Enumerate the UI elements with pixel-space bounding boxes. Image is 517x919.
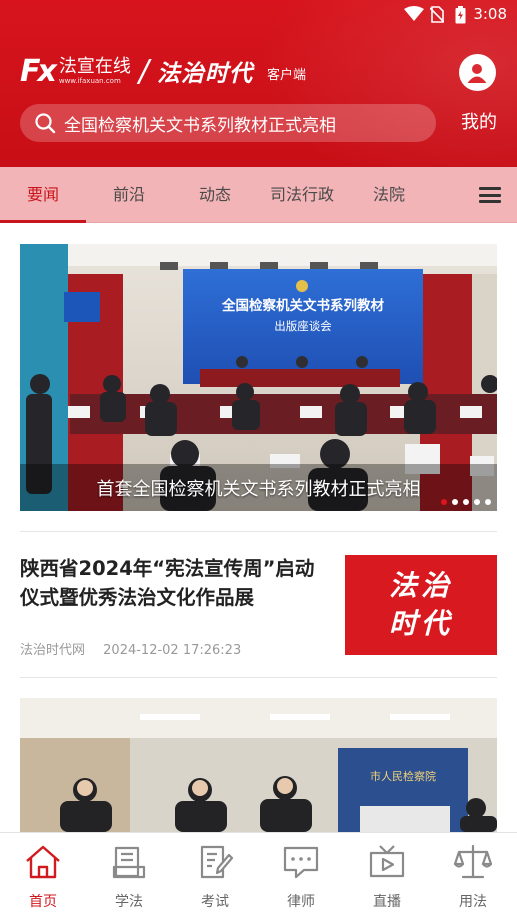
carousel-dot[interactable] <box>485 499 491 505</box>
status-bar: 3:08 <box>0 0 517 30</box>
nav-label: 用法 <box>459 894 487 910</box>
carousel-indicator <box>441 499 491 505</box>
news-time: 2024-12-02 17:26:23 <box>103 643 242 658</box>
photo-sign-text: 市人民检察院 <box>370 769 436 783</box>
news-photo[interactable]: 市人民检察院 <box>20 698 497 832</box>
nav-live[interactable]: 直播 <box>344 833 430 919</box>
news-photo-image: 市人民检察院 <box>20 698 497 832</box>
divider <box>20 531 497 532</box>
live-icon <box>369 845 405 878</box>
thumb-line-2: 时代 <box>388 607 453 640</box>
profile-button[interactable] <box>457 54 497 91</box>
headline-carousel[interactable]: 全国检察机关文书系列教材 出版座谈会 首套全国检察机关文书系列教材正式亮相 <box>20 244 497 511</box>
logo-url: www.ifaxuan.com <box>58 76 121 85</box>
carousel-dot[interactable] <box>452 499 458 505</box>
app-logo: Fx 法宣在线 www.ifaxuan.com / 法治时代 客户端 <box>20 53 306 89</box>
carousel-dot[interactable] <box>441 499 447 505</box>
logo-client-label: 客户端 <box>266 67 306 83</box>
banner-caption: 首套全国检察机关文书系列教材正式亮相 <box>96 479 421 500</box>
nav-label: 首页 <box>29 894 57 910</box>
header: 3:08 Fx 法宣在线 www.ifaxuan.com / 法治时代 客户端 … <box>0 0 517 167</box>
nav-lawyer[interactable]: 律师 <box>258 833 344 919</box>
logo-name: 法宣在线 <box>58 55 131 77</box>
banner-photo: 全国检察机关文书系列教材 出版座谈会 <box>20 244 497 511</box>
nav-study[interactable]: 学法 <box>86 833 172 919</box>
home-icon <box>26 845 60 879</box>
thumb-line-1: 法治 <box>388 569 453 602</box>
tab-headlines[interactable]: 要闻 <box>0 167 86 223</box>
nav-exam[interactable]: 考试 <box>172 833 258 919</box>
news-title[interactable]: 陕西省2024年“宪法宣传周”启动仪式暨优秀法治文化作品展 <box>20 554 330 612</box>
divider <box>20 677 497 678</box>
logo-mark: Fx <box>20 53 57 89</box>
carousel-dot[interactable] <box>474 499 480 505</box>
nav-usage[interactable]: 用法 <box>430 833 516 919</box>
no-sim-icon <box>430 6 444 23</box>
nav-home[interactable]: 首页 <box>0 833 86 919</box>
news-meta: 法治时代网 2024-12-02 17:26:23 <box>20 639 241 658</box>
logo-brand: 法治时代 <box>156 60 253 87</box>
carousel-dot[interactable] <box>463 499 469 505</box>
app-screen: 3:08 Fx 法宣在线 www.ifaxuan.com / 法治时代 客户端 … <box>0 0 517 919</box>
status-time: 3:08 <box>473 5 507 23</box>
user-icon <box>458 54 496 91</box>
nav-label: 学法 <box>115 894 143 910</box>
nav-label: 直播 <box>373 894 401 910</box>
exam-icon <box>200 845 234 879</box>
search-bar[interactable]: 全国检察机关文书系列教材正式亮相 <box>20 104 436 142</box>
tab-judicial-admin[interactable]: 司法行政 <box>258 167 346 223</box>
lawyer-icon <box>283 846 319 879</box>
tab-news[interactable]: 动态 <box>172 167 258 223</box>
banner-screen-title: 全国检察机关文书系列教材 <box>221 297 384 314</box>
news-thumbnail[interactable]: 法治 时代 <box>345 555 497 655</box>
news-source: 法治时代网 <box>20 643 86 658</box>
nav-label: 律师 <box>287 894 315 910</box>
tab-frontier[interactable]: 前沿 <box>86 167 172 223</box>
category-tabs: 要闻 前沿 动态 司法行政 法院 <box>0 167 517 223</box>
logo-divider: / <box>138 53 149 89</box>
bottom-navigation: 首页 学法 考试 律师 直播 用法 <box>0 832 517 919</box>
wifi-icon <box>404 6 424 21</box>
study-icon <box>112 846 146 879</box>
scale-icon <box>454 844 492 879</box>
tab-court[interactable]: 法院 <box>346 167 432 223</box>
profile-label[interactable]: 我的 <box>461 108 497 134</box>
menu-icon[interactable] <box>479 187 501 203</box>
banner-screen-subtitle: 出版座谈会 <box>274 319 332 333</box>
active-tab-indicator <box>0 220 86 223</box>
search-hint: 全国检察机关文书系列教材正式亮相 <box>64 115 336 136</box>
nav-label: 考试 <box>201 894 229 910</box>
search-icon <box>35 113 56 134</box>
battery-icon <box>455 6 466 24</box>
